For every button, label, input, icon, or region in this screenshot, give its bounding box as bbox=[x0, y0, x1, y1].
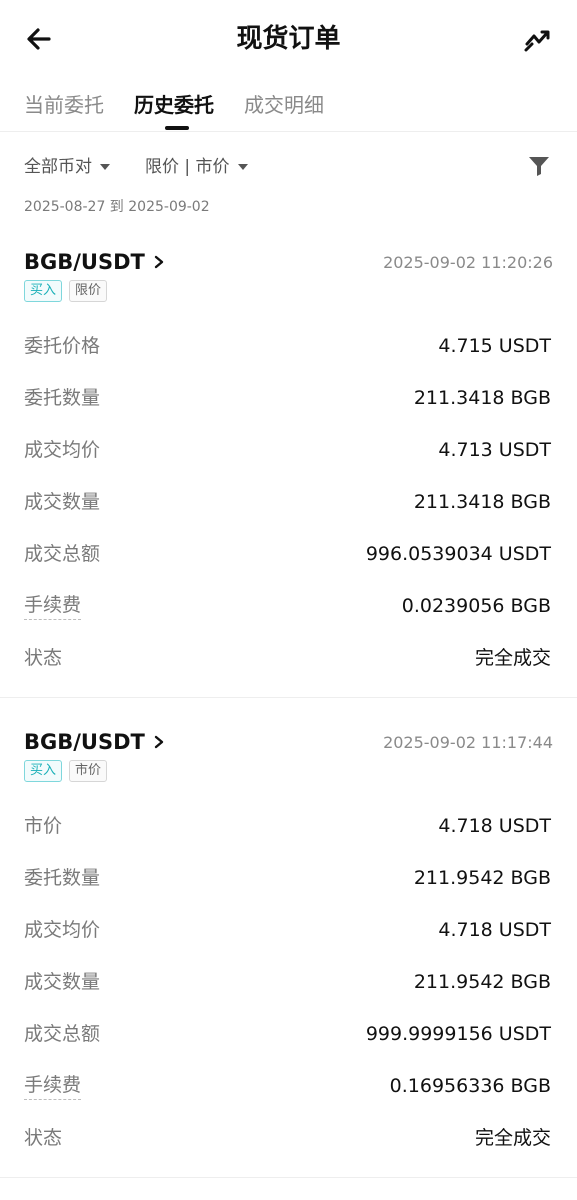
order-type-badge: 市价 bbox=[69, 760, 108, 782]
status-value: 完全成交 bbox=[474, 1127, 551, 1149]
row-label: 状态 bbox=[24, 1127, 63, 1149]
tab-trade-details[interactable]: 成交明细 bbox=[244, 90, 324, 120]
header: 现货订单 bbox=[0, 0, 577, 78]
funnel-icon bbox=[529, 157, 549, 176]
order-header: BGB/USDT 2025-09-02 11:20:26 买入 限价 bbox=[0, 248, 577, 308]
order-row: 成交数量 211.3418 BGB bbox=[0, 476, 577, 528]
order-tags: 买入 限价 bbox=[24, 280, 114, 302]
row-label: 市价 bbox=[24, 815, 63, 837]
side-badge: 买入 bbox=[24, 280, 63, 302]
spot-orders-page: 现货订单 当前委托 历史委托 成交明细 全部币对 限价 | 市价 2025-08… bbox=[0, 0, 577, 1200]
chevron-right-icon bbox=[154, 735, 164, 749]
fee-label-tooltip[interactable]: 手续费 bbox=[24, 592, 82, 620]
date-range: 2025-08-27 到 2025-09-02 bbox=[24, 199, 210, 215]
row-label: 委托价格 bbox=[24, 335, 101, 357]
row-label: 成交数量 bbox=[24, 491, 101, 513]
order-time: 2025-09-02 11:20:26 bbox=[383, 253, 553, 272]
order-tabs: 当前委托 历史委托 成交明细 bbox=[0, 84, 577, 132]
order-card: BGB/USDT 2025-09-02 11:20:26 买入 限价 委托价格 … bbox=[0, 248, 577, 684]
order-row: 状态 完全成交 bbox=[0, 1112, 577, 1164]
pair-filter-dropdown[interactable]: 全部币对 bbox=[24, 154, 110, 180]
status-value: 完全成交 bbox=[474, 647, 551, 669]
caret-down-icon bbox=[100, 164, 110, 170]
row-label: 成交均价 bbox=[24, 919, 101, 941]
order-row: 手续费 0.16956336 BGB bbox=[0, 1060, 577, 1112]
order-header: BGB/USDT 2025-09-02 11:17:44 买入 市价 bbox=[0, 728, 577, 788]
order-row: 成交均价 4.718 USDT bbox=[0, 904, 577, 956]
order-pair: BGB/USDT bbox=[24, 730, 145, 754]
order-row: 成交均价 4.713 USDT bbox=[0, 424, 577, 476]
row-value: 211.9542 BGB bbox=[413, 867, 551, 889]
side-badge: 买入 bbox=[24, 760, 63, 782]
order-row: 成交总额 996.0539034 USDT bbox=[0, 528, 577, 580]
tab-order-history[interactable]: 历史委托 bbox=[134, 90, 214, 120]
row-value: 0.0239056 BGB bbox=[401, 595, 551, 617]
order-row: 手续费 0.0239056 BGB bbox=[0, 580, 577, 632]
row-value: 211.3418 BGB bbox=[413, 387, 551, 409]
order-row: 成交总额 999.9999156 USDT bbox=[0, 1008, 577, 1060]
row-value: 4.715 USDT bbox=[438, 335, 551, 357]
fee-label-tooltip[interactable]: 手续费 bbox=[24, 1072, 82, 1100]
tab-current-orders[interactable]: 当前委托 bbox=[24, 90, 104, 120]
row-label: 成交数量 bbox=[24, 971, 101, 993]
row-value: 211.3418 BGB bbox=[413, 491, 551, 513]
page-title: 现货订单 bbox=[236, 24, 341, 54]
row-value: 4.713 USDT bbox=[438, 439, 551, 461]
order-row: 委托价格 4.715 USDT bbox=[0, 320, 577, 372]
divider bbox=[0, 1177, 577, 1178]
chart-button[interactable] bbox=[523, 24, 553, 54]
order-time: 2025-09-02 11:17:44 bbox=[383, 733, 553, 752]
order-row: 委托数量 211.3418 BGB bbox=[0, 372, 577, 424]
order-pair-link[interactable]: BGB/USDT bbox=[24, 728, 165, 756]
order-row: 成交数量 211.9542 BGB bbox=[0, 956, 577, 1008]
order-tags: 买入 市价 bbox=[24, 760, 114, 782]
divider bbox=[0, 697, 577, 698]
order-type-filter-dropdown[interactable]: 限价 | 市价 bbox=[145, 154, 248, 180]
row-value: 999.9999156 USDT bbox=[365, 1023, 551, 1045]
row-label: 成交总额 bbox=[24, 1023, 101, 1045]
filter-bar: 全部币对 限价 | 市价 bbox=[0, 148, 577, 188]
row-label: 成交总额 bbox=[24, 543, 101, 565]
order-row: 状态 完全成交 bbox=[0, 632, 577, 684]
row-label: 状态 bbox=[24, 647, 63, 669]
order-type-badge: 限价 bbox=[69, 280, 108, 302]
row-label: 成交均价 bbox=[24, 439, 101, 461]
row-value: 4.718 USDT bbox=[438, 815, 551, 837]
row-value: 211.9542 BGB bbox=[413, 971, 551, 993]
row-value: 996.0539034 USDT bbox=[365, 543, 551, 565]
chevron-right-icon bbox=[154, 255, 164, 269]
row-label: 委托数量 bbox=[24, 387, 101, 409]
pair-filter-label: 全部币对 bbox=[24, 157, 92, 177]
filter-button[interactable] bbox=[527, 154, 551, 178]
row-label: 委托数量 bbox=[24, 867, 101, 889]
order-card: BGB/USDT 2025-09-02 11:17:44 买入 市价 市价 4.… bbox=[0, 728, 577, 1164]
order-pair-link[interactable]: BGB/USDT bbox=[24, 248, 165, 276]
trend-chart-icon bbox=[524, 30, 550, 52]
order-row: 市价 4.718 USDT bbox=[0, 800, 577, 852]
row-value: 0.16956336 BGB bbox=[389, 1075, 551, 1097]
active-tab-indicator bbox=[165, 126, 189, 130]
order-type-filter-label: 限价 | 市价 bbox=[145, 157, 230, 177]
order-pair: BGB/USDT bbox=[24, 250, 145, 274]
caret-down-icon bbox=[237, 164, 248, 170]
row-value: 4.718 USDT bbox=[438, 919, 551, 941]
order-row: 委托数量 211.9542 BGB bbox=[0, 852, 577, 904]
